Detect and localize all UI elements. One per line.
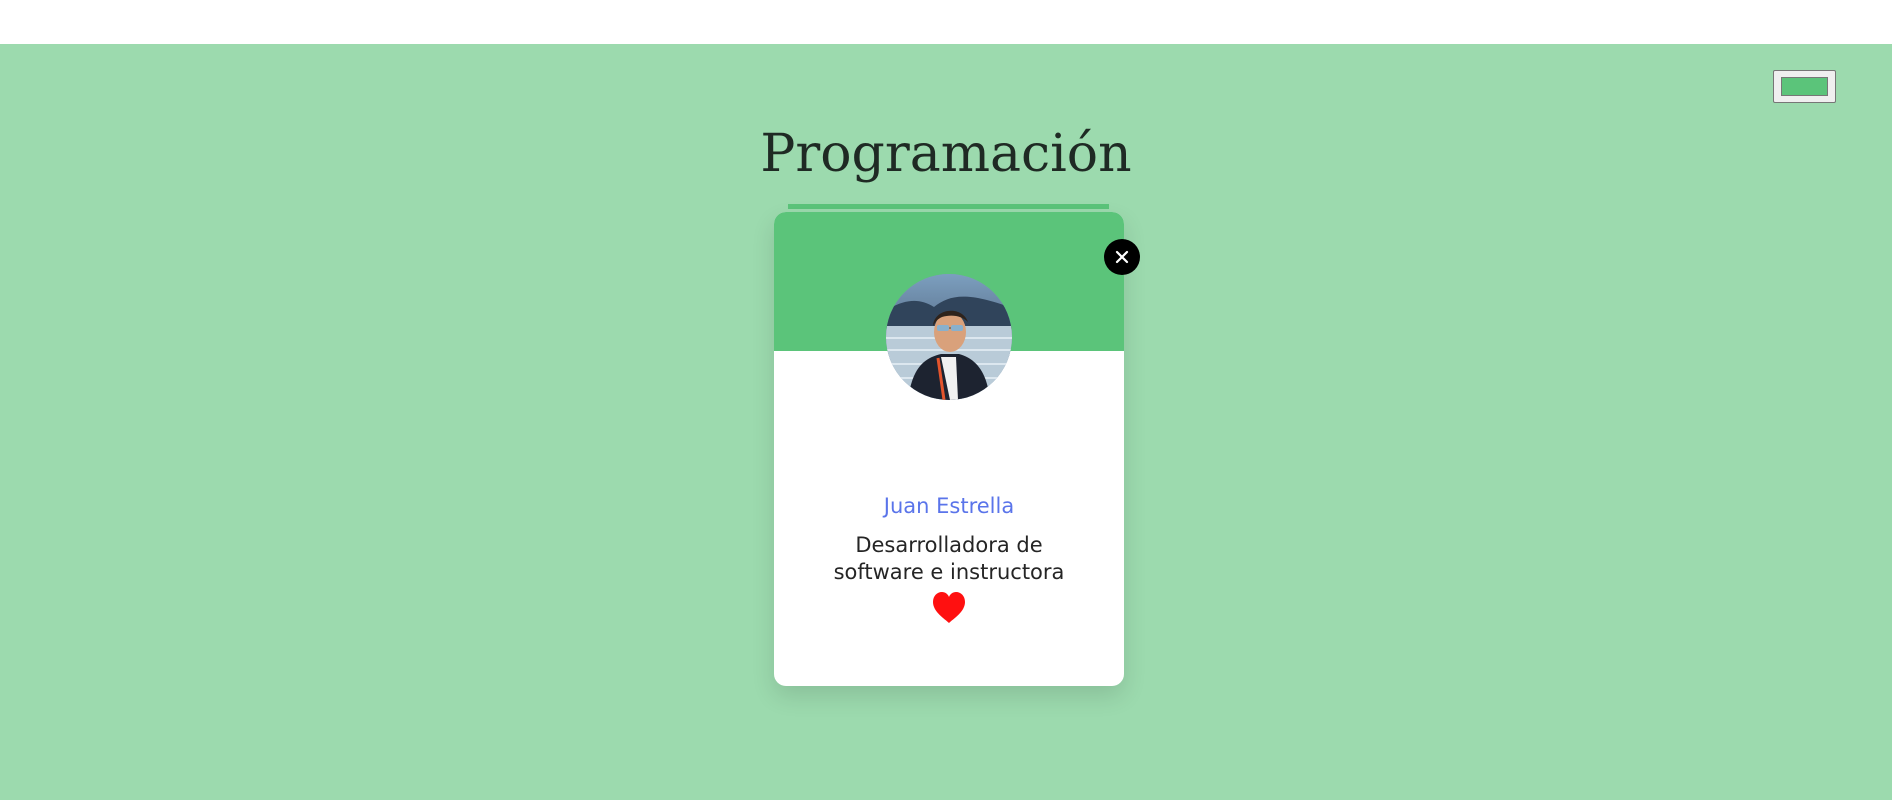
close-icon xyxy=(1115,250,1129,264)
top-bar xyxy=(0,0,1892,44)
section-title: Programación xyxy=(760,124,1132,184)
profile-card: Juan Estrella Desarrolladora de software… xyxy=(774,212,1124,686)
color-picker-swatch xyxy=(1781,77,1828,96)
title-underline xyxy=(788,204,1109,209)
card-name: Juan Estrella xyxy=(883,494,1015,518)
avatar xyxy=(886,274,1012,400)
heart-icon[interactable] xyxy=(931,591,967,624)
close-button[interactable] xyxy=(1104,239,1140,275)
color-picker-input[interactable] xyxy=(1773,70,1836,103)
card-role: Desarrolladora de software e instructora xyxy=(833,533,1065,584)
avatar-photo xyxy=(886,274,1012,400)
